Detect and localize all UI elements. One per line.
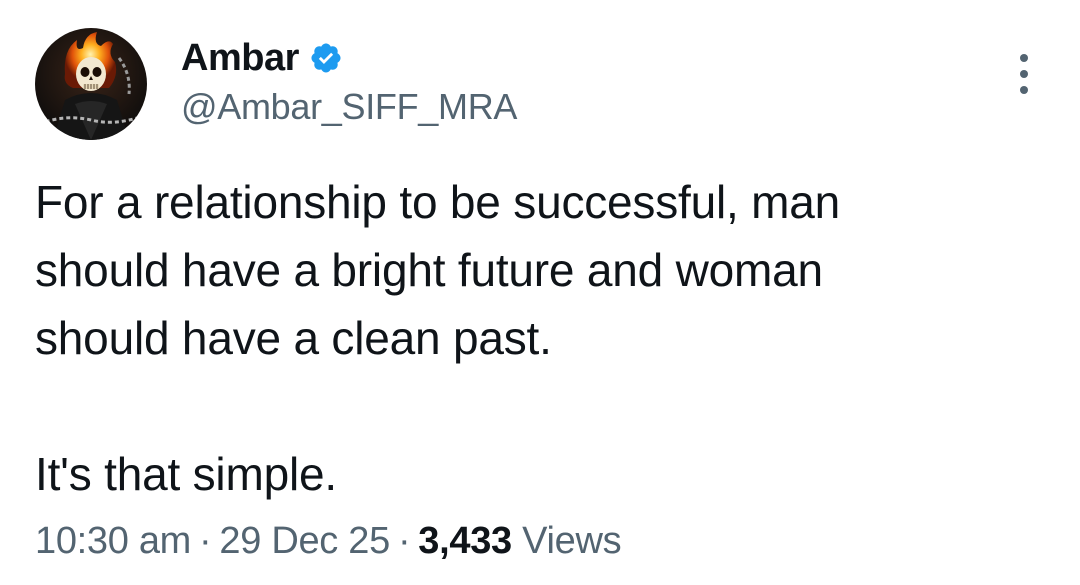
- previous-content-fragment: [0, 0, 1080, 6]
- author-handle[interactable]: @Ambar_SIFF_MRA: [181, 86, 517, 128]
- tweet-paragraph: For a relationship to be successful, man…: [35, 176, 841, 364]
- separator: ·: [199, 520, 212, 562]
- avatar[interactable]: [35, 28, 147, 140]
- more-vertical-icon[interactable]: [1013, 52, 1035, 96]
- verified-badge-icon: [309, 41, 343, 75]
- tweet-time[interactable]: 10:30 am: [35, 520, 191, 562]
- author-name-row[interactable]: Ambar: [181, 36, 343, 80]
- views-label[interactable]: Views: [522, 520, 621, 562]
- ghost-rider-avatar-icon: [35, 28, 147, 140]
- tweet-text: For a relationship to be successful, man…: [35, 168, 1045, 508]
- separator: ·: [397, 520, 411, 562]
- views-count[interactable]: 3,433: [418, 520, 512, 562]
- tweet-paragraph: It's that simple.: [35, 448, 337, 500]
- tweet-meta: 10:30 am · 29 Dec 25 · 3,433 Views: [35, 520, 622, 563]
- tweet-date[interactable]: 29 Dec 25: [219, 520, 390, 562]
- display-name[interactable]: Ambar: [181, 37, 299, 80]
